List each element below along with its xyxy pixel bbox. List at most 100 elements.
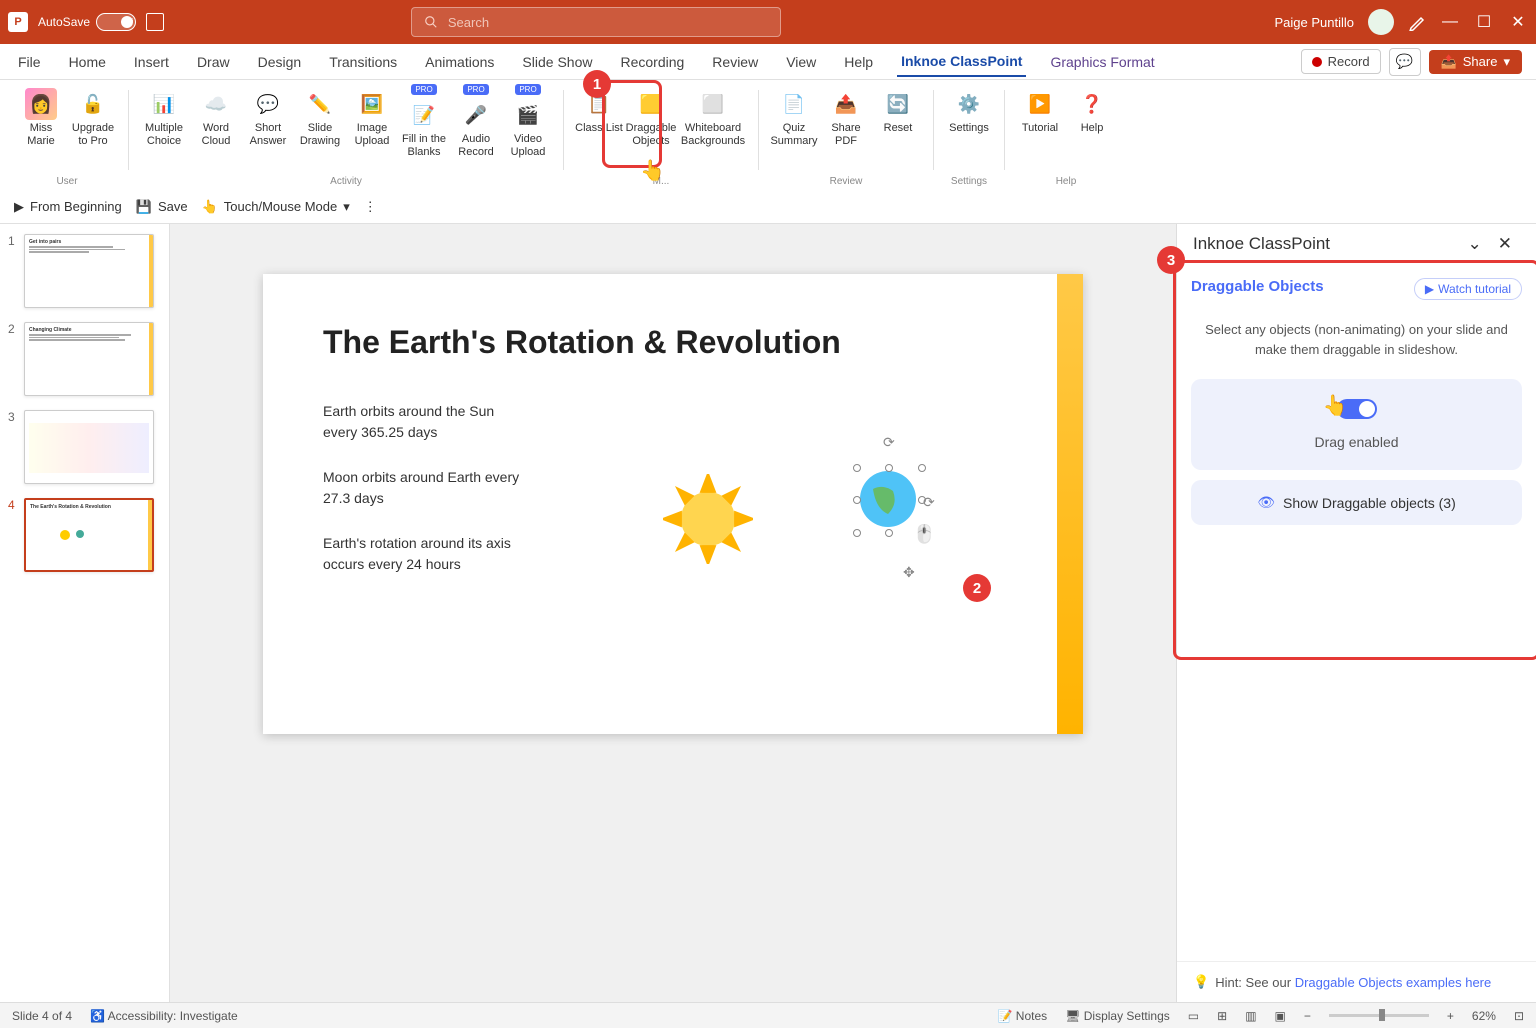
tutorial-button[interactable]: ▶️Tutorial [1015, 84, 1065, 139]
tab-animations[interactable]: Animations [421, 48, 498, 76]
pen-icon[interactable] [1408, 13, 1426, 31]
slide-accent-bar [1057, 274, 1083, 734]
panel-title: Inknoe ClassPoint [1193, 234, 1330, 254]
image-upload-button[interactable]: 🖼️Image Upload [347, 84, 397, 163]
thumbnail-4[interactable]: 4The Earth's Rotation & Revolution [8, 498, 161, 572]
comments-button[interactable]: 💬 [1389, 48, 1421, 76]
settings-button[interactable]: ⚙️Settings [944, 84, 994, 139]
drag-toggle-card[interactable]: 👆 Drag enabled [1191, 379, 1522, 470]
help-button[interactable]: ❓Help [1067, 84, 1117, 139]
user-profile-button[interactable]: 👩Miss Marie [16, 84, 66, 152]
minimize-button[interactable]: — [1440, 12, 1460, 32]
accessibility-status[interactable]: ♿ Accessibility: Investigate [90, 1009, 238, 1023]
reset-button[interactable]: 🔄Reset [873, 84, 923, 152]
annotation-badge-2: 2 [963, 574, 991, 602]
avatar[interactable] [1368, 9, 1394, 35]
search-placeholder: Search [448, 15, 489, 30]
display-settings-button[interactable]: 🖥 Display Settings [1065, 1009, 1170, 1023]
view-sorter-button[interactable]: ⊞ [1217, 1009, 1227, 1023]
tab-home[interactable]: Home [65, 48, 110, 76]
fill-blanks-button[interactable]: PRO📝Fill in the Blanks [399, 84, 449, 163]
quick-access-toolbar: ▶ From Beginning 💾 Save 👆 Touch/Mouse Mo… [0, 190, 1536, 224]
watch-tutorial-button[interactable]: ▶ Watch tutorial [1414, 278, 1522, 300]
main-area: 1Get into pairs 2Changing Climate 3 4The… [0, 224, 1536, 1002]
slide-title[interactable]: The Earth's Rotation & Revolution [323, 324, 1023, 361]
tab-insert[interactable]: Insert [130, 48, 173, 76]
panel-collapse-button[interactable]: ⌄ [1460, 234, 1490, 254]
status-bar: Slide 4 of 4 ♿ Accessibility: Investigat… [0, 1002, 1536, 1028]
draggable-objects-button[interactable]: 🟨Draggable Objects [626, 84, 676, 152]
video-upload-button[interactable]: PRO🎬Video Upload [503, 84, 553, 163]
show-draggable-button[interactable]: 👁 Show Draggable objects (3) [1191, 480, 1522, 525]
slide-editor[interactable]: The Earth's Rotation & Revolution Earth … [170, 224, 1176, 1002]
thumbnail-1[interactable]: 1Get into pairs [8, 234, 161, 308]
view-reading-button[interactable]: ▥ [1245, 1009, 1256, 1023]
view-slideshow-button[interactable]: ▣ [1275, 1009, 1286, 1023]
short-answer-button[interactable]: 💬Short Answer [243, 84, 293, 163]
panel-header: Inknoe ClassPoint ⌄ ✕ [1177, 224, 1536, 264]
close-button[interactable]: ✕ [1508, 12, 1528, 32]
zoom-level[interactable]: 62% [1472, 1009, 1496, 1023]
tab-help[interactable]: Help [840, 48, 877, 76]
user-name[interactable]: Paige Puntillo [1274, 15, 1354, 30]
ribbon-group-user: 👩Miss Marie 🔓Upgrade to Pro User [10, 84, 124, 190]
save-icon[interactable] [146, 13, 164, 31]
audio-record-button[interactable]: PRO🎤Audio Record [451, 84, 501, 163]
tab-draw[interactable]: Draw [193, 48, 234, 76]
panel-close-button[interactable]: ✕ [1490, 234, 1520, 254]
ribbon-tabs: File Home Insert Draw Design Transitions… [0, 44, 1536, 80]
zoom-slider[interactable] [1329, 1014, 1429, 1017]
search-input[interactable]: Search [411, 7, 781, 37]
thumbnail-3[interactable]: 3 [8, 410, 161, 484]
thumbnail-2[interactable]: 2Changing Climate [8, 322, 161, 396]
tab-file[interactable]: File [14, 48, 45, 76]
cursor-icon: 👆 [640, 158, 665, 183]
toggle-label: Drag enabled [1211, 434, 1502, 450]
tab-design[interactable]: Design [254, 48, 306, 76]
tab-view[interactable]: View [782, 48, 820, 76]
zoom-out-button[interactable]: − [1304, 1009, 1311, 1023]
save-button[interactable]: 💾 Save [136, 199, 188, 215]
qat-more-button[interactable]: ⋮ [364, 199, 377, 215]
slide-thumbnails: 1Get into pairs 2Changing Climate 3 4The… [0, 224, 170, 1002]
autosave-toggle[interactable]: AutoSave Off [38, 13, 136, 31]
share-button[interactable]: 📤 Share ▾ [1429, 50, 1522, 74]
slide-drawing-button[interactable]: ✏️Slide Drawing [295, 84, 345, 163]
notes-button[interactable]: 📝 Notes [998, 1009, 1048, 1023]
sun-graphic[interactable] [663, 474, 753, 564]
maximize-button[interactable]: ☐ [1474, 12, 1494, 32]
slide-text-3[interactable]: Earth's rotation around its axis occurs … [323, 533, 523, 575]
annotation-badge-3: 3 [1157, 246, 1185, 274]
zoom-in-button[interactable]: + [1447, 1009, 1454, 1023]
slide-canvas[interactable]: The Earth's Rotation & Revolution Earth … [263, 274, 1083, 734]
classpoint-panel: Inknoe ClassPoint ⌄ ✕ 3 Draggable Object… [1176, 224, 1536, 1002]
fit-to-window-button[interactable]: ⊡ [1514, 1009, 1524, 1023]
tab-transitions[interactable]: Transitions [325, 48, 401, 76]
touch-mode-button[interactable]: 👆 Touch/Mouse Mode ▾ [202, 199, 350, 215]
tab-classpoint[interactable]: Inknoe ClassPoint [897, 47, 1026, 77]
word-cloud-button[interactable]: ☁️Word Cloud [191, 84, 241, 163]
earth-graphic-selected[interactable]: ⟳ ⟳ 🖱️ ✥ [843, 454, 933, 544]
section-title: Draggable Objects [1191, 278, 1324, 295]
slide-text-1[interactable]: Earth orbits around the Sun every 365.25… [323, 401, 523, 443]
quiz-summary-button[interactable]: 📄Quiz Summary [769, 84, 819, 152]
view-normal-button[interactable]: ▭ [1188, 1009, 1199, 1023]
ribbon-group-help: ▶️Tutorial ❓Help Help [1009, 84, 1123, 190]
slide-counter[interactable]: Slide 4 of 4 [12, 1009, 72, 1023]
ribbon-group-activity: 📊Multiple Choice ☁️Word Cloud 💬Short Ans… [133, 84, 559, 190]
tab-graphics-format[interactable]: Graphics Format [1046, 48, 1158, 76]
upgrade-button[interactable]: 🔓Upgrade to Pro [68, 84, 118, 152]
slide-text-2[interactable]: Moon orbits around Earth every 27.3 days [323, 467, 523, 509]
share-pdf-button[interactable]: 📤Share PDF [821, 84, 871, 152]
hint-link[interactable]: Draggable Objects examples here [1295, 975, 1492, 990]
multiple-choice-button[interactable]: 📊Multiple Choice [139, 84, 189, 163]
hint-bar: 💡 Hint: See our Draggable Objects exampl… [1177, 961, 1536, 1002]
from-beginning-button[interactable]: ▶ From Beginning [14, 199, 122, 215]
record-button[interactable]: Record [1301, 49, 1381, 74]
tab-slideshow[interactable]: Slide Show [518, 48, 596, 76]
title-bar: P AutoSave Off Search Paige Puntillo — ☐… [0, 0, 1536, 44]
ribbon-group-settings: ⚙️Settings Settings [938, 84, 1000, 190]
whiteboard-bg-button[interactable]: ⬜Whiteboard Backgrounds [678, 84, 748, 152]
tab-review[interactable]: Review [708, 48, 762, 76]
tab-recording[interactable]: Recording [616, 48, 688, 76]
